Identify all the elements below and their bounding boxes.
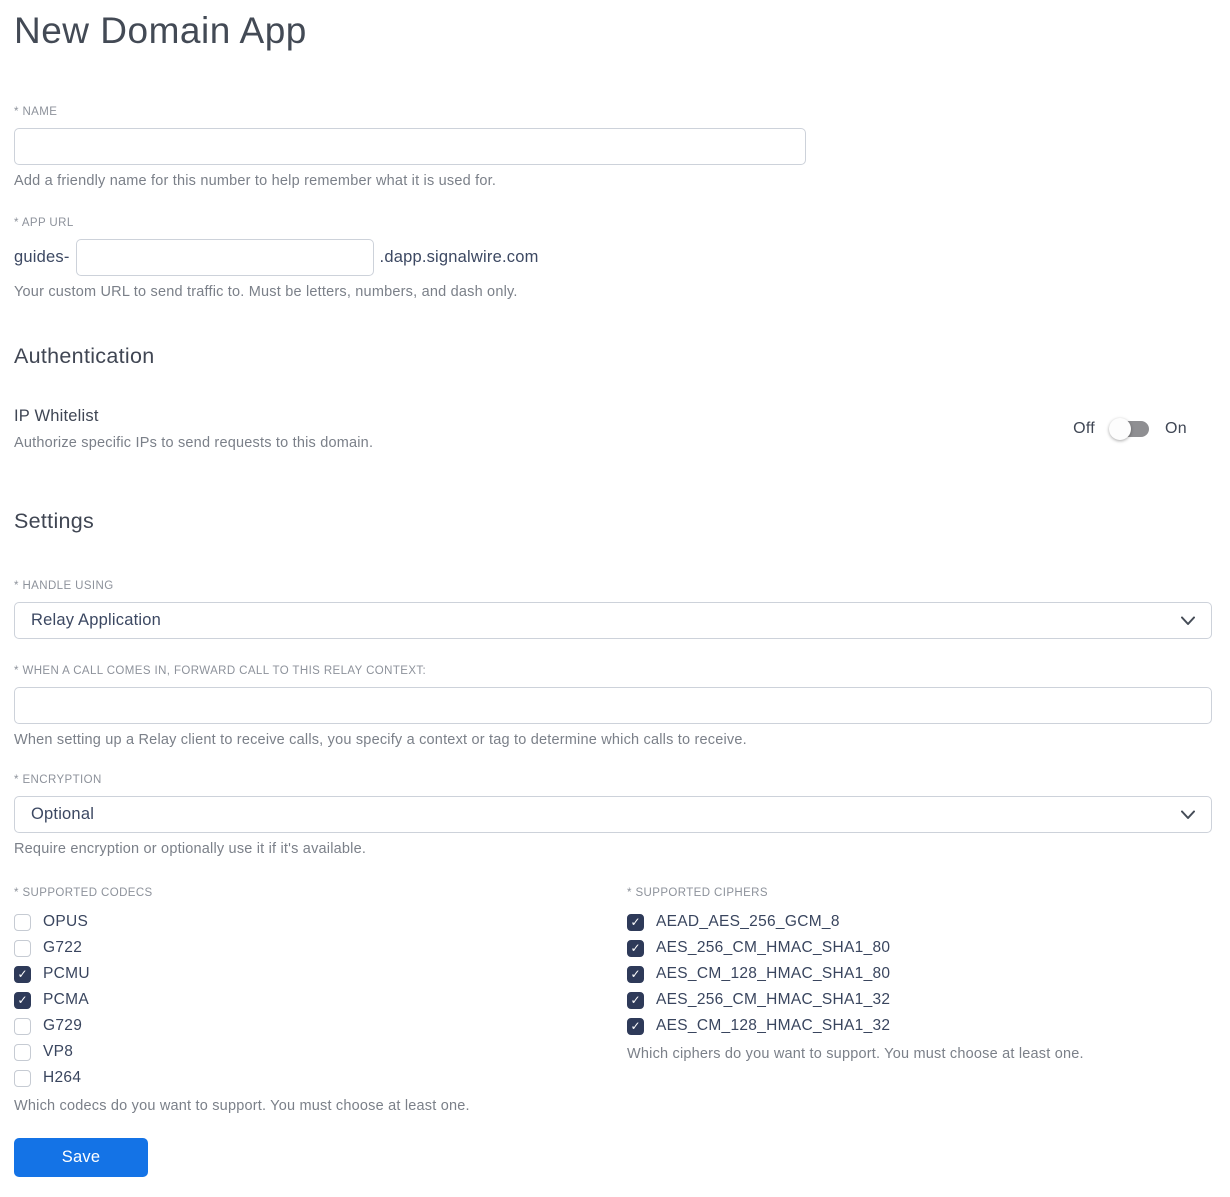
app-url-prefix: guides- <box>14 248 70 266</box>
encryption-value: Optional <box>31 805 95 823</box>
settings-section: Settings * HANDLE USING Relay Applicatio… <box>14 509 1212 1177</box>
app-url-helper-text: Your custom URL to send traffic to. Must… <box>14 284 518 300</box>
encryption-helper-text: Require encryption or optionally use it … <box>14 841 367 857</box>
name-helper-text: Add a friendly name for this number to h… <box>14 173 497 189</box>
checkbox-option-aes-256-cm-hmac-sha1-80[interactable]: ✓ AES_256_CM_HMAC_SHA1_80 <box>627 935 1212 961</box>
checkbox-label: H264 <box>43 1069 82 1086</box>
checkbox-label: PCMU <box>43 965 90 982</box>
supported-codecs-column: * SUPPORTED CODECS OPUS G722 ✓ PCMU ✓ PCMA G72… <box>14 887 627 1114</box>
handle-using-select[interactable]: Relay Application <box>14 602 1212 639</box>
ip-whitelist-toggle-block: Off On <box>1073 418 1187 440</box>
supported-ciphers-label: * SUPPORTED CIPHERS <box>627 887 768 899</box>
app-url-input[interactable] <box>75 239 374 276</box>
checkbox-option-aead-aes-256-gcm-8[interactable]: ✓ AEAD_AES_256_GCM_8 <box>627 909 1212 935</box>
settings-heading: Settings <box>14 509 95 533</box>
app-url-row: guides- .dapp.signalwire.com <box>14 239 1212 276</box>
checkbox-checked-icon[interactable]: ✓ <box>627 991 644 1009</box>
save-button[interactable]: Save <box>14 1138 148 1177</box>
checkbox-unchecked-icon[interactable] <box>14 1069 31 1087</box>
checkbox-label: VP8 <box>43 1043 74 1060</box>
ip-whitelist-row: IP Whitelist Authorize specific IPs to s… <box>14 407 1212 451</box>
app-url-section: * APP URL guides- .dapp.signalwire.com Y… <box>14 217 1212 300</box>
authentication-section: Authentication IP Whitelist Authorize sp… <box>14 344 1212 451</box>
name-section: * NAME Add a friendly name for this numb… <box>14 106 1212 189</box>
checkbox-option-aes-cm-128-hmac-sha1-32[interactable]: ✓ AES_CM_128_HMAC_SHA1_32 <box>627 1013 1212 1039</box>
checkbox-option-opus[interactable]: OPUS <box>14 909 627 935</box>
encryption-label: * ENCRYPTION <box>14 774 102 786</box>
checkbox-checked-icon[interactable]: ✓ <box>627 939 644 957</box>
checkbox-label: OPUS <box>43 913 89 930</box>
relay-context-label: * WHEN A CALL COMES IN, FORWARD CALL TO … <box>14 665 427 677</box>
toggle-on-label: On <box>1165 420 1187 437</box>
ip-whitelist-info: IP Whitelist Authorize specific IPs to s… <box>14 407 373 451</box>
page-title: New Domain App <box>14 10 307 51</box>
checkbox-unchecked-icon[interactable] <box>14 1017 31 1035</box>
checkbox-checked-icon[interactable]: ✓ <box>627 913 644 931</box>
relay-context-helper-text: When setting up a Relay client to receiv… <box>14 732 747 748</box>
checkbox-label: G722 <box>43 939 83 956</box>
ip-whitelist-helper-text: Authorize specific IPs to send requests … <box>14 435 374 451</box>
checkbox-label: AES_256_CM_HMAC_SHA1_80 <box>656 939 891 956</box>
checkbox-label: AES_256_CM_HMAC_SHA1_32 <box>656 991 891 1008</box>
checkbox-option-vp8[interactable]: VP8 <box>14 1039 627 1065</box>
checkbox-option-pcma[interactable]: ✓ PCMA <box>14 987 627 1013</box>
relay-context-input[interactable] <box>14 687 1212 724</box>
handle-using-value: Relay Application <box>31 611 161 629</box>
app-url-suffix: .dapp.signalwire.com <box>379 248 539 266</box>
checkbox-label: AES_CM_128_HMAC_SHA1_32 <box>656 1017 891 1034</box>
checkbox-option-aes-cm-128-hmac-sha1-80[interactable]: ✓ AES_CM_128_HMAC_SHA1_80 <box>627 961 1212 987</box>
checkbox-option-h264[interactable]: H264 <box>14 1065 627 1091</box>
checkbox-checked-icon[interactable]: ✓ <box>14 991 31 1009</box>
handle-using-label: * HANDLE USING <box>14 580 114 592</box>
new-domain-app-page: New Domain App * NAME Add a friendly nam… <box>0 0 1230 1197</box>
supported-ciphers-column: * SUPPORTED CIPHERS ✓ AEAD_AES_256_GCM_8 ✓… <box>627 887 1212 1114</box>
codecs-helper-text: Which codecs do you want to support. You… <box>14 1098 470 1114</box>
ciphers-checkbox-list: ✓ AEAD_AES_256_GCM_8 ✓ AES_256_CM_HMAC_SHA1… <box>627 909 1212 1039</box>
checkbox-checked-icon[interactable]: ✓ <box>14 965 31 983</box>
ciphers-helper-text: Which ciphers do you want to support. Yo… <box>627 1046 1084 1062</box>
checkbox-label: AES_CM_128_HMAC_SHA1_80 <box>656 965 891 982</box>
codecs-checkbox-list: OPUS G722 ✓ PCMU ✓ PCMA G729 VP8 H264 <box>14 909 627 1091</box>
supported-codecs-label: * SUPPORTED CODECS <box>14 887 153 899</box>
encryption-group: * ENCRYPTION Optional Require encryption… <box>14 774 1212 857</box>
name-input[interactable] <box>14 128 806 165</box>
authentication-heading: Authentication <box>14 344 155 368</box>
checkbox-option-pcmu[interactable]: ✓ PCMU <box>14 961 627 987</box>
ip-whitelist-toggle[interactable] <box>1109 418 1151 440</box>
checkbox-label: G729 <box>43 1017 83 1034</box>
checkbox-option-g729[interactable]: G729 <box>14 1013 627 1039</box>
ip-whitelist-label: IP Whitelist <box>14 407 99 425</box>
checkbox-unchecked-icon[interactable] <box>14 1043 31 1061</box>
checkbox-option-aes-256-cm-hmac-sha1-32[interactable]: ✓ AES_256_CM_HMAC_SHA1_32 <box>627 987 1212 1013</box>
checkbox-unchecked-icon[interactable] <box>14 939 31 957</box>
app-url-label: * APP URL <box>14 217 74 229</box>
name-label: * NAME <box>14 106 58 118</box>
chevron-down-icon <box>1181 616 1195 625</box>
checkbox-option-g722[interactable]: G722 <box>14 935 627 961</box>
relay-context-group: * WHEN A CALL COMES IN, FORWARD CALL TO … <box>14 665 1212 748</box>
checkbox-label: PCMA <box>43 991 89 1008</box>
codec-cipher-columns: * SUPPORTED CODECS OPUS G722 ✓ PCMU ✓ PCMA G72… <box>14 887 1212 1114</box>
toggle-knob-icon[interactable] <box>1109 418 1132 440</box>
checkbox-checked-icon[interactable]: ✓ <box>627 965 644 983</box>
checkbox-label: AEAD_AES_256_GCM_8 <box>656 913 840 930</box>
toggle-off-label: Off <box>1073 420 1096 437</box>
checkbox-checked-icon[interactable]: ✓ <box>627 1017 644 1035</box>
chevron-down-icon <box>1181 810 1195 819</box>
encryption-select[interactable]: Optional <box>14 796 1212 833</box>
checkbox-unchecked-icon[interactable] <box>14 913 31 931</box>
handle-using-group: * HANDLE USING Relay Application <box>14 580 1212 639</box>
